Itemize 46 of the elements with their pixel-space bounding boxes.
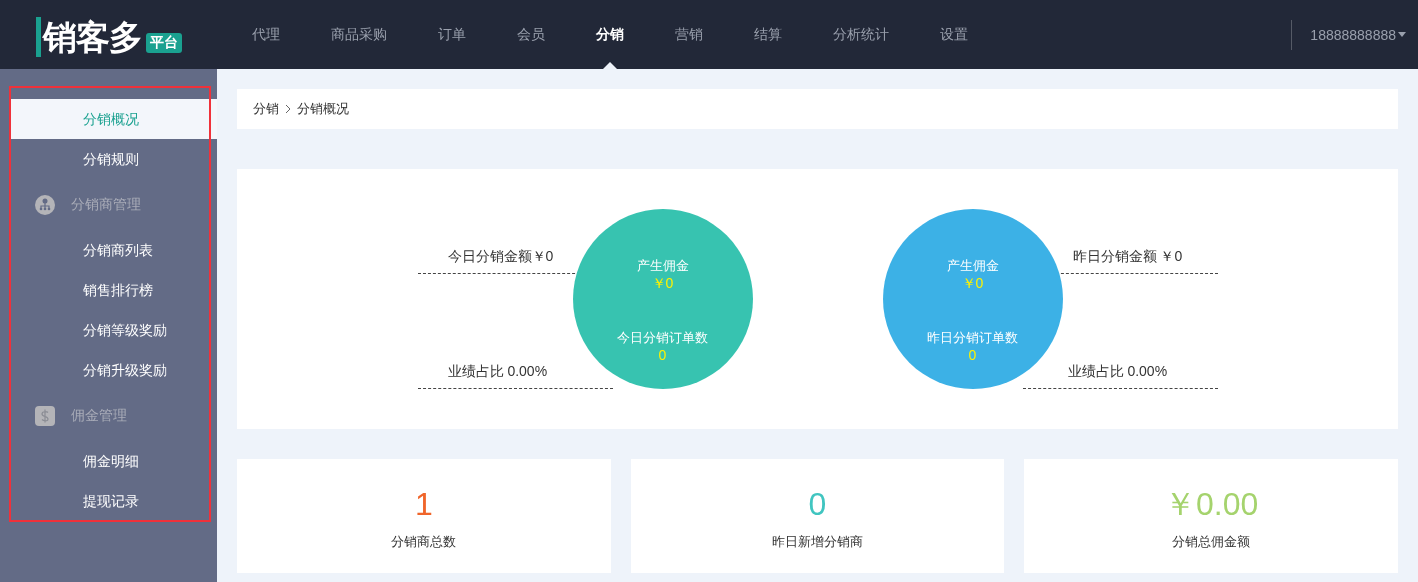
sidebar-item[interactable]: 分销等级奖励 <box>11 310 217 350</box>
nav-tab[interactable]: 分销 <box>574 0 646 69</box>
stat-label: 昨日新增分销商 <box>772 533 863 551</box>
orders-value: 0 <box>658 347 667 363</box>
sidebar-item[interactable]: 分销规则 <box>11 139 217 179</box>
sidebar-item[interactable]: 分销升级奖励 <box>11 350 217 390</box>
nav-tab[interactable]: 分析统计 <box>811 0 911 69</box>
stat-label: 分销商总数 <box>391 533 457 551</box>
caret-icon <box>1398 32 1406 37</box>
dollar-icon <box>35 406 55 426</box>
stat-label: 分销总佣金额 <box>1172 533 1251 551</box>
sidebar-item[interactable]: 分销商列表 <box>11 230 217 270</box>
ratio-label: 业绩占比 0.00% <box>447 363 548 381</box>
amount-label: 今日分销金额￥0 <box>447 248 554 266</box>
hierarchy-icon <box>35 195 55 215</box>
nav-tab[interactable]: 订单 <box>416 0 488 69</box>
chevron-icon <box>285 104 291 114</box>
sidebar-group-label: 佣金管理 <box>71 407 127 425</box>
nav-tab[interactable]: 结算 <box>732 0 804 69</box>
nav-tab[interactable]: 代理 <box>217 0 302 69</box>
sidebar-item[interactable]: 分销概况 <box>11 99 217 139</box>
stat-value: ￥0.00 <box>1164 485 1259 523</box>
commission-value: ￥0 <box>651 275 674 293</box>
sidebar-item[interactable]: 提现记录 <box>11 481 217 521</box>
commission-label: 产生佣金 <box>636 257 689 275</box>
commission-value: ￥0 <box>961 275 984 293</box>
stat-value: 1 <box>414 485 433 523</box>
logo-text: 销客多 <box>35 16 142 57</box>
stat-value: 0 <box>808 485 827 523</box>
nav-tab[interactable]: 商品采购 <box>309 0 409 69</box>
sidebar-item[interactable]: 销售排行榜 <box>11 270 217 310</box>
user-menu[interactable]: 18888888888 <box>1310 26 1406 43</box>
ratio-label: 业绩占比 0.00% <box>1067 363 1168 381</box>
sidebar-item[interactable]: 佣金明细 <box>11 441 217 481</box>
logo-badge: 平台 <box>145 32 182 53</box>
sidebar-group-label: 分销商管理 <box>71 196 141 214</box>
nav-tab[interactable]: 营销 <box>653 0 725 69</box>
commission-label: 产生佣金 <box>946 257 999 275</box>
orders-label: 昨日分销订单数 <box>927 329 1018 347</box>
nav-tab[interactable]: 会员 <box>495 0 567 69</box>
amount-label: 昨日分销金额 ￥0 <box>1072 248 1183 266</box>
breadcrumb-item: 分销概况 <box>297 100 349 118</box>
breadcrumb-item[interactable]: 分销 <box>253 100 279 118</box>
orders-value: 0 <box>968 347 977 363</box>
nav-tab[interactable]: 设置 <box>918 0 990 69</box>
orders-label: 今日分销订单数 <box>617 329 708 347</box>
